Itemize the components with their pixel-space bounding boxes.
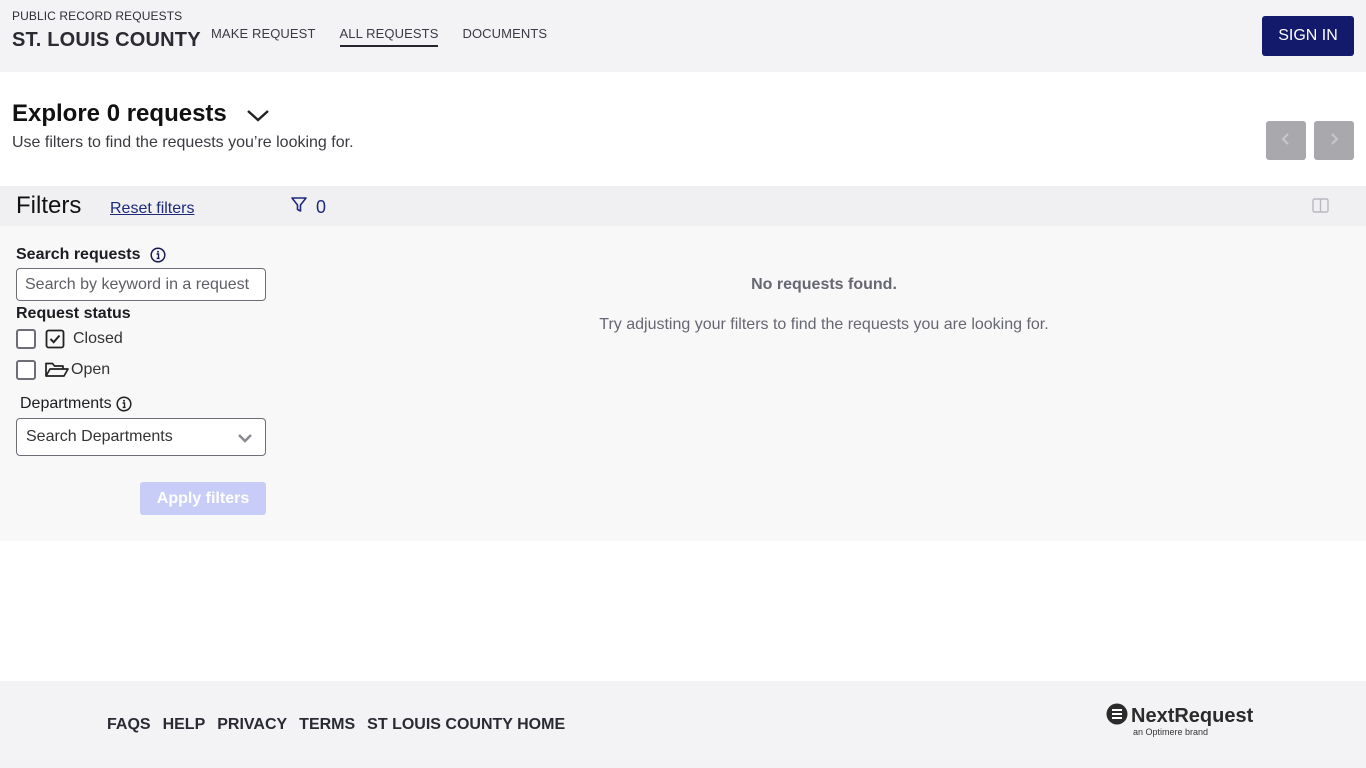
main-nav: MAKE REQUEST ALL REQUESTS DOCUMENTS	[211, 26, 571, 47]
check-square-icon	[45, 329, 65, 349]
open-checkbox[interactable]	[16, 360, 36, 380]
columns-toggle-icon[interactable]	[1312, 198, 1329, 213]
page-title: Explore 0 requests	[12, 100, 271, 128]
page-subtitle: Use filters to find the requests you’re …	[12, 134, 354, 151]
filters-and-results: Search requests Request status Closed Op…	[0, 226, 1366, 541]
info-icon[interactable]	[116, 396, 132, 412]
closed-checkbox[interactable]	[16, 329, 36, 349]
empty-state-title: No requests found.	[751, 276, 897, 293]
nextrequest-logo-icon	[1106, 703, 1128, 730]
status-option-open[interactable]: Open	[16, 360, 110, 380]
nav-all-requests[interactable]: ALL REQUESTS	[339, 26, 439, 47]
site-footer: FAQS HELP PRIVACY TERMS ST LOUIS COUNTY …	[0, 681, 1366, 768]
reset-filters-link[interactable]: Reset filters	[110, 200, 194, 218]
site-title[interactable]: ST. LOUIS COUNTY	[12, 29, 201, 52]
filter-count-value: 0	[316, 197, 327, 217]
nav-documents[interactable]: DOCUMENTS	[462, 26, 547, 47]
search-requests-label: Search requests	[16, 246, 166, 264]
filter-icon	[290, 196, 316, 219]
filters-bar: Filters Reset filters 0	[0, 186, 1366, 226]
departments-label: Departments	[20, 395, 132, 413]
info-icon[interactable]	[149, 247, 166, 263]
nextrequest-logo[interactable]: NextRequest	[1106, 703, 1253, 730]
nextrequest-brand-name: NextRequest	[1131, 705, 1254, 727]
departments-select[interactable]: Search Departments	[16, 418, 266, 456]
apply-filters-button[interactable]: Apply filters	[140, 482, 266, 515]
active-filter-count: 0	[290, 196, 326, 219]
closed-label: Closed	[73, 330, 123, 347]
footer-link-county-home[interactable]: ST LOUIS COUNTY HOME	[367, 716, 565, 734]
footer-links: FAQS HELP PRIVACY TERMS ST LOUIS COUNTY …	[107, 716, 577, 734]
page-title-text: Explore 0 requests	[12, 100, 227, 127]
folder-open-icon	[44, 360, 70, 380]
empty-state-message: Try adjusting your filters to find the r…	[599, 316, 1049, 333]
departments-placeholder: Search Departments	[26, 428, 173, 445]
previous-page-button[interactable]	[1266, 121, 1306, 160]
nextrequest-tagline: an Optimere brand	[1133, 727, 1209, 737]
nav-make-request[interactable]: MAKE REQUEST	[211, 26, 316, 47]
footer-link-privacy[interactable]: PRIVACY	[217, 716, 287, 734]
footer-link-help[interactable]: HELP	[163, 716, 206, 734]
chevron-right-icon	[1328, 132, 1340, 149]
chevron-down-icon[interactable]	[245, 104, 271, 124]
site-subtitle: PUBLIC RECORD REQUESTS	[12, 9, 183, 23]
sign-in-button[interactable]: SIGN IN	[1262, 16, 1354, 56]
filters-heading: Filters	[16, 192, 82, 219]
next-page-button[interactable]	[1314, 121, 1354, 160]
chevron-left-icon	[1280, 132, 1292, 149]
chevron-down-icon	[238, 434, 252, 443]
search-requests-label-text: Search requests	[16, 246, 141, 263]
departments-label-text: Departments	[20, 395, 112, 412]
open-label: Open	[71, 361, 111, 378]
request-status-label: Request status	[16, 305, 131, 322]
search-requests-input[interactable]	[16, 268, 266, 301]
footer-link-faqs[interactable]: FAQS	[107, 716, 151, 734]
site-header: PUBLIC RECORD REQUESTS ST. LOUIS COUNTY …	[0, 0, 1366, 72]
status-option-closed[interactable]: Closed	[16, 329, 123, 349]
footer-link-terms[interactable]: TERMS	[299, 716, 355, 734]
